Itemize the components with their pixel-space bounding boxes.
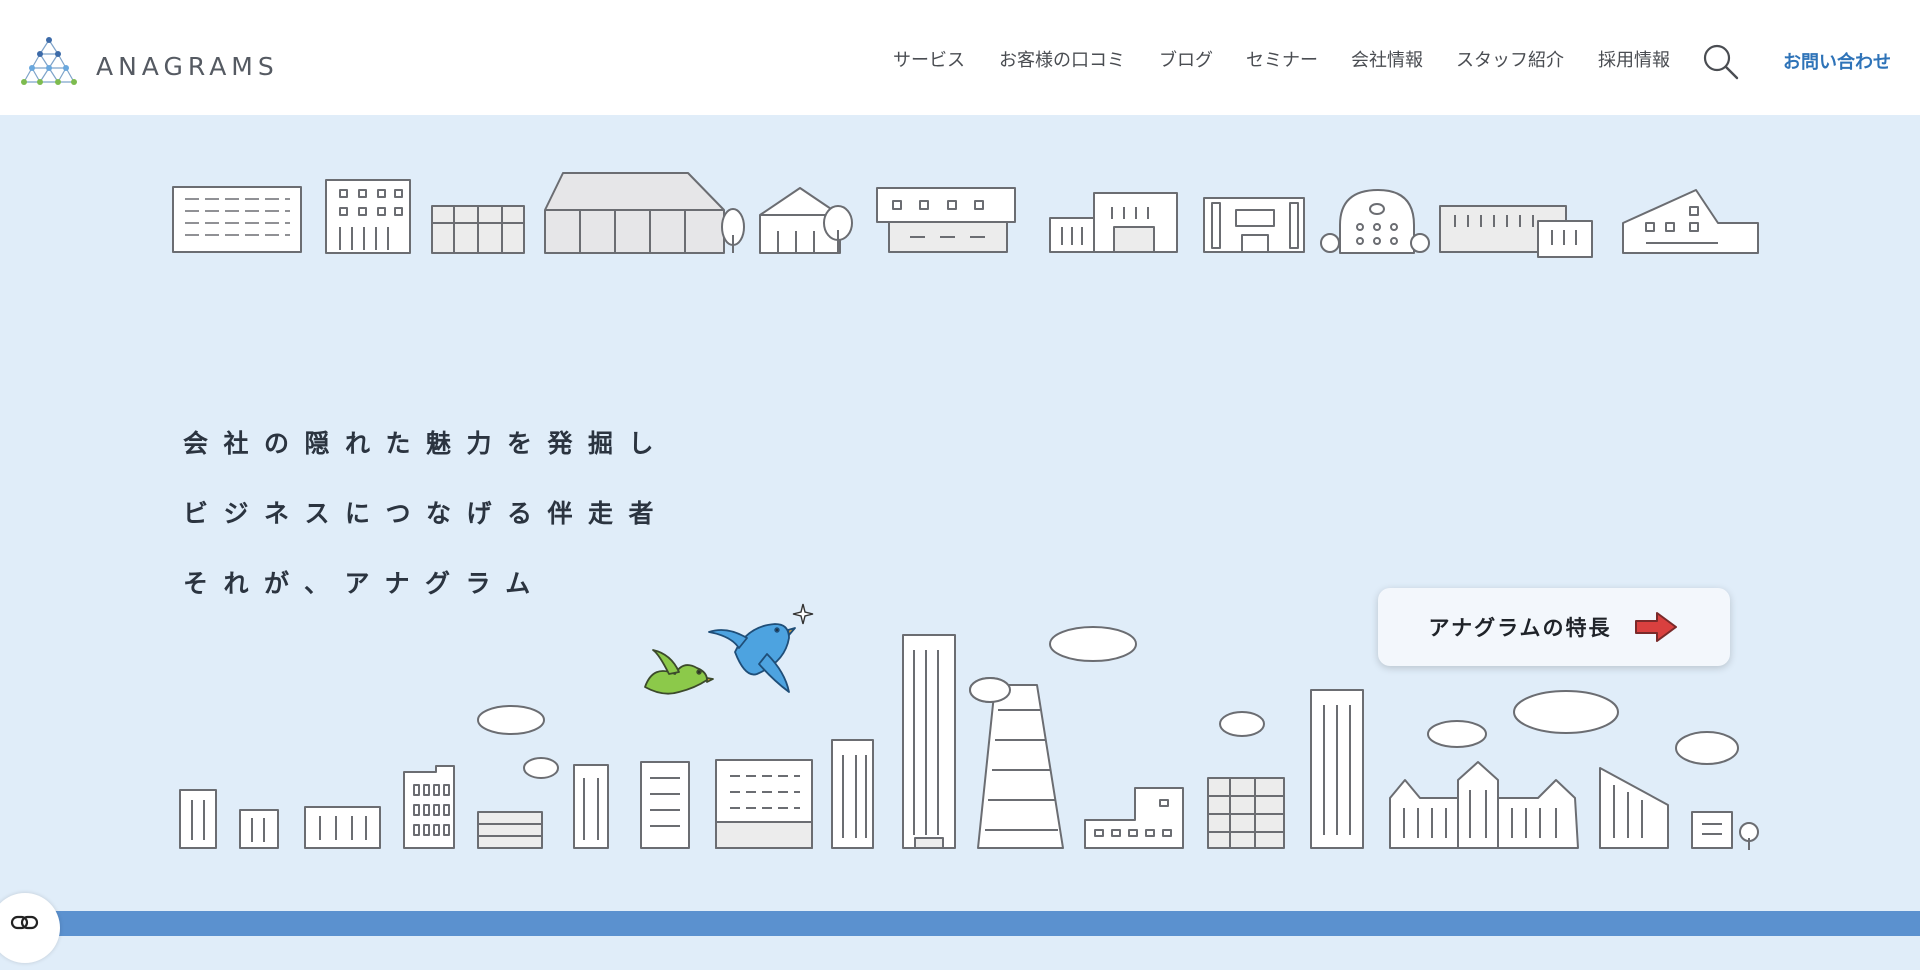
tagline-line-2: ビジネスにつなげる伴走者 [183,499,670,528]
search-button[interactable] [1701,42,1741,82]
top-buildings-illustration [172,172,1759,258]
nav-item-seminar[interactable]: セミナー [1246,46,1318,72]
logo[interactable]: ANAGRAMS [20,36,279,88]
nav-item-company[interactable]: 会社情報 [1351,46,1423,72]
nav-item-staff[interactable]: スタッフ紹介 [1456,46,1564,72]
contact-link[interactable]: お問い合わせ [1783,48,1891,74]
link-icon [10,915,39,930]
site-header: ANAGRAMS サービス お客様の口コミ ブログ セミナー 会社情報 スタッフ… [0,0,1920,115]
nav-item-recruit[interactable]: 採用情報 [1598,46,1670,72]
tagline-line-1: 会社の隠れた魅力を発掘し [183,429,670,458]
brand-name: ANAGRAMS [96,51,279,81]
search-icon [1703,44,1739,80]
bottom-bar [0,911,1920,936]
nav-item-reviews[interactable]: お客様の口コミ [999,46,1125,72]
nav-item-service[interactable]: サービス [893,46,965,72]
hero-section: 会社の隠れた魅力を発掘し ビジネスにつなげる伴走者 それが、アナグラム アナグラ… [0,115,1920,911]
nav-item-blog[interactable]: ブログ [1159,46,1213,72]
logo-mark-icon [21,37,77,85]
